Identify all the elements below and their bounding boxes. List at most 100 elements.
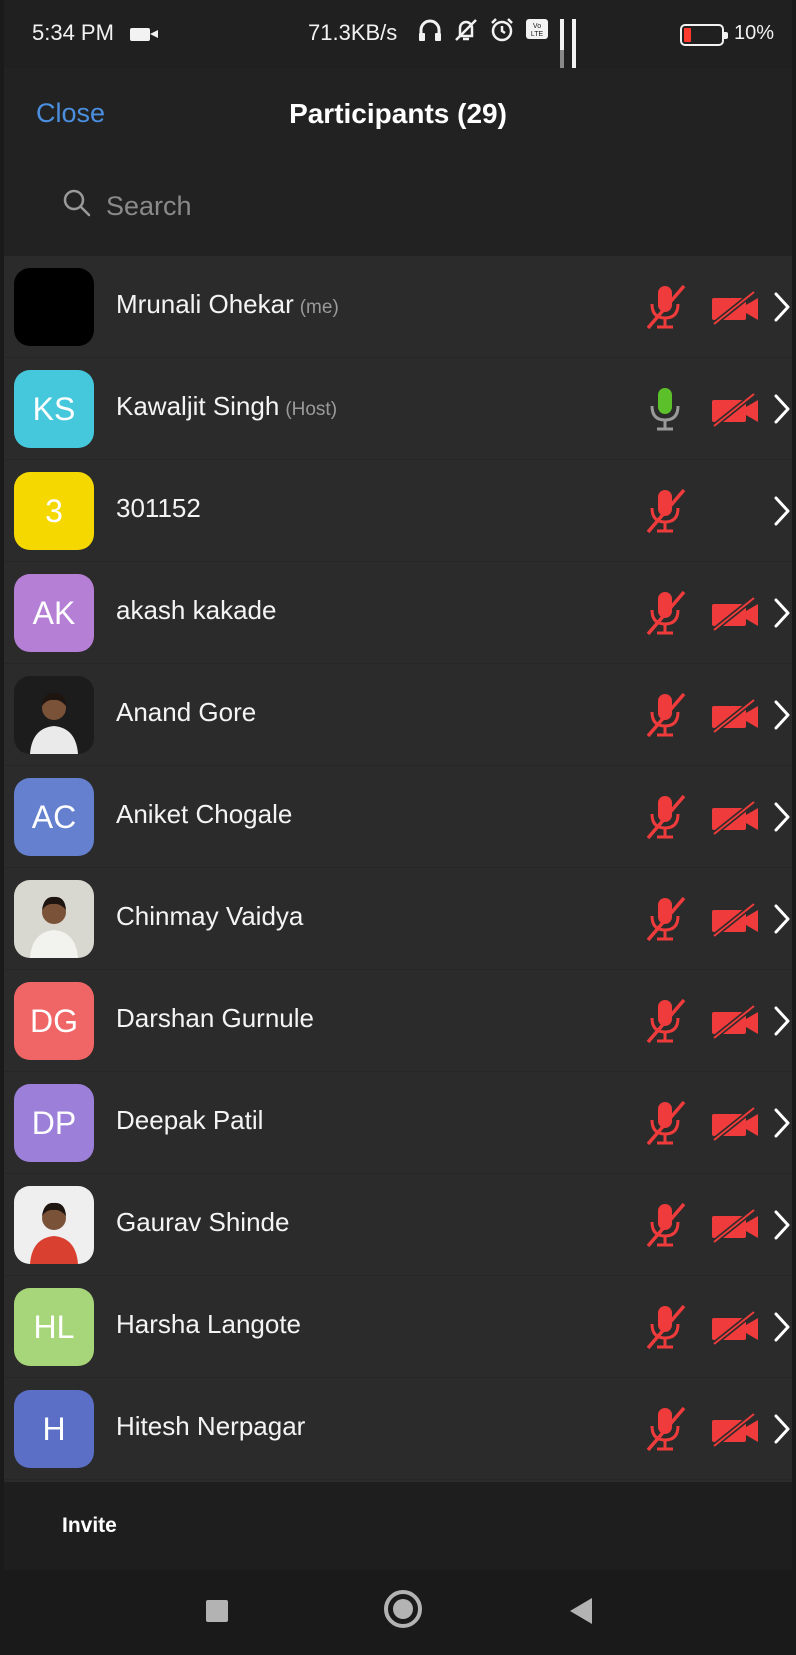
participant-name: 301152 [116,493,201,523]
microphone-muted-icon [646,1304,686,1350]
status-time: 5:34 PM [32,20,114,45]
participant-role-tag: (Host) [285,399,338,420]
chevron-right-icon[interactable] [772,596,792,630]
avatar: 3 [14,472,94,550]
video-off-icon [712,800,758,836]
chevron-right-icon[interactable] [772,1310,792,1344]
participant-name: akash kakade [116,595,277,625]
participant-name: Hitesh Nerpagar [116,1411,306,1441]
participant-role-tag: (me) [299,297,339,318]
app-frame: 5:34 PM 71.3KB/s Vo LTE 10% Close Partici… [4,0,792,1655]
avatar [14,676,94,754]
chevron-right-icon[interactable] [772,698,792,732]
video-off-icon [712,1106,758,1142]
avatar [14,880,94,958]
chevron-right-icon[interactable] [772,1412,792,1446]
header: Close Participants (29) [4,68,792,160]
microphone-muted-icon [646,998,686,1044]
back-triangle-icon[interactable] [570,1598,592,1624]
search-bar [4,160,792,256]
microphone-muted-icon [646,1202,686,1248]
signal-icon [572,19,576,70]
avatar: DG [14,982,94,1060]
svg-text:Vo: Vo [533,23,541,30]
battery-low-icon [680,24,728,46]
participant-name-wrap: Chinmay Vaidya [116,901,303,932]
participant-row[interactable]: H Hitesh Nerpagar [4,1378,792,1480]
video-off-icon [712,1310,758,1346]
battery-percent: 10% [734,22,775,44]
chevron-right-icon[interactable] [772,1208,792,1242]
participant-name-wrap: Mrunali Ohekar (me) [116,289,339,320]
chevron-right-icon[interactable] [772,392,792,426]
participant-name: Aniket Chogale [116,799,293,829]
participant-name: Deepak Patil [116,1105,264,1135]
invite-bar: Invite [4,1482,792,1570]
invite-button[interactable]: Invite [62,1514,117,1538]
svg-text:LTE: LTE [531,31,544,38]
status-icons: Vo LTE [416,16,576,70]
network-speed: 71.3KB/s [308,20,398,45]
participant-name-wrap: akash kakade [116,595,276,626]
participant-name-wrap: Anand Gore [116,697,256,728]
participant-row[interactable]: AK akash kakade [4,562,792,664]
avatar-photo [30,896,78,958]
video-off-icon [712,698,758,734]
search-input[interactable] [106,188,706,224]
avatar [14,268,94,346]
participant-name-wrap: 301152 [116,493,201,524]
participant-name-wrap: Gaurav Shinde [116,1207,289,1238]
participant-row[interactable]: Anand Gore [4,664,792,766]
participant-name: Kawaljit Singh [116,391,280,421]
participant-row[interactable]: AC Aniket Chogale [4,766,792,868]
headphones-icon [416,16,444,44]
avatar: H [14,1390,94,1468]
page-title: Participants (29) [289,98,507,129]
microphone-muted-icon [646,284,686,330]
microphone-on-icon [650,388,680,431]
participant-name-wrap: Darshan Gurnule [116,1003,314,1034]
chevron-right-icon[interactable] [772,1106,792,1140]
chevron-right-icon[interactable] [772,494,792,528]
microphone-muted-icon [646,590,686,636]
home-circle-icon[interactable] [384,1590,422,1628]
microphone-muted-icon [646,794,686,840]
avatar: AK [14,574,94,652]
avatar: AC [14,778,94,856]
avatar: HL [14,1288,94,1366]
participant-name: Chinmay Vaidya [116,901,304,931]
participant-row[interactable]: KS Kawaljit Singh (Host) [4,358,792,460]
chevron-right-icon[interactable] [772,902,792,936]
chevron-right-icon[interactable] [772,290,792,324]
microphone-muted-icon [646,1100,686,1146]
microphone-muted-icon [646,488,686,534]
volte-icon: Vo LTE [524,16,552,44]
participant-name: Harsha Langote [116,1309,302,1339]
video-off-icon [712,1004,758,1040]
avatar-photo [30,692,78,754]
video-off-icon [712,902,758,938]
microphone-muted-icon [646,1406,686,1452]
participant-row[interactable]: Chinmay Vaidya [4,868,792,970]
search-icon [63,189,91,217]
video-off-icon [712,1412,758,1448]
participant-name-wrap: Aniket Chogale [116,799,292,830]
participant-row[interactable]: DP Deepak Patil [4,1072,792,1174]
microphone-muted-icon [646,896,686,942]
participant-list[interactable]: Mrunali Ohekar (me) KS Kawaljit Singh (Host)… [4,256,792,1482]
participant-row[interactable]: DG Darshan Gurnule [4,970,792,1072]
recents-square-icon[interactable] [206,1600,228,1622]
chevron-right-icon[interactable] [772,800,792,834]
participant-row[interactable]: Mrunali Ohekar (me) [4,256,792,358]
microphone-muted-icon [646,692,686,738]
participant-row[interactable]: Gaurav Shinde [4,1174,792,1276]
avatar-photo [30,1202,78,1264]
avatar: DP [14,1084,94,1162]
participant-name-wrap: Hitesh Nerpagar [116,1411,305,1442]
video-recording-icon [130,28,158,41]
participant-row[interactable]: 3 301152 [4,460,792,562]
participant-name-wrap: Harsha Langote [116,1309,301,1340]
participant-row[interactable]: HL Harsha Langote [4,1276,792,1378]
chevron-right-icon[interactable] [772,1004,792,1038]
navigation-bar [4,1570,792,1655]
